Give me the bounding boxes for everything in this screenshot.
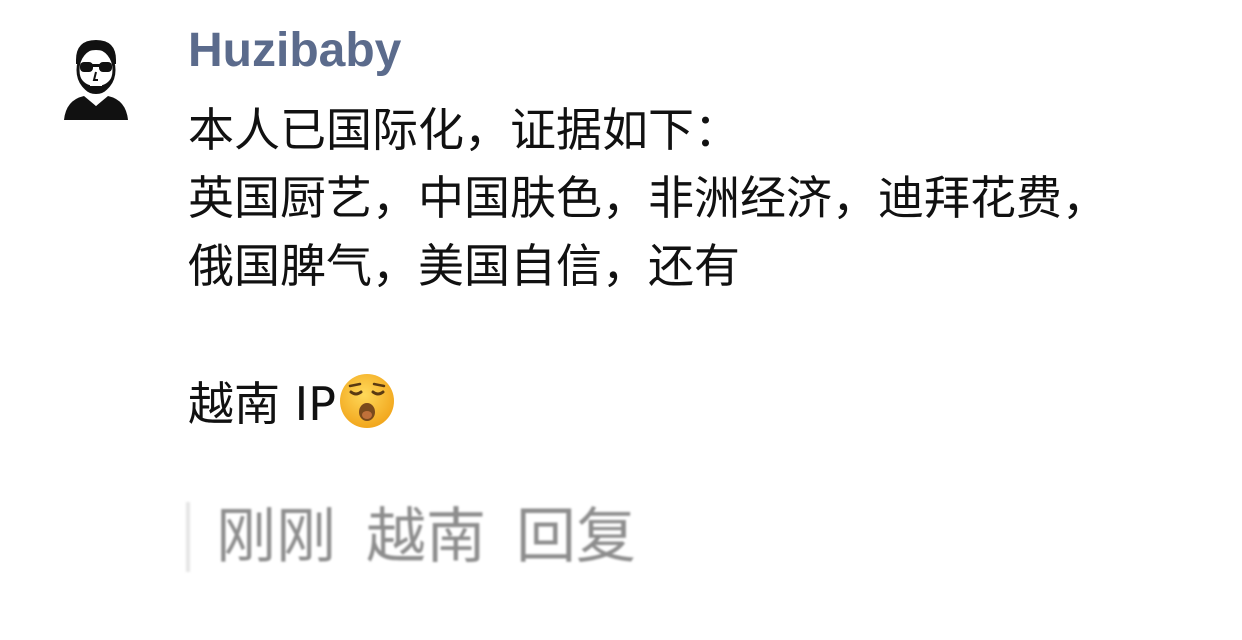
username[interactable]: Huzibaby (188, 22, 401, 80)
ip-text: 越南 IP (188, 377, 336, 431)
comment-line: 本人已国际化，证据如下： (188, 103, 740, 157)
comment-line: 英国厨艺，中国肤色，非洲经济，迪拜花费， (188, 171, 1108, 225)
divider (186, 502, 190, 572)
timestamp: 刚刚 (216, 502, 336, 572)
comment-line: 俄国脾气，美国自信，还有 (188, 239, 740, 293)
comment-item: Huzibaby 本人已国际化，证据如下： 英国厨艺，中国肤色，非洲经济，迪拜花… (0, 0, 1242, 640)
ip-location: 越南 (366, 502, 486, 572)
comment-text: 本人已国际化，证据如下： 英国厨艺，中国肤色，非洲经济，迪拜花费， 俄国脾气，美… (188, 96, 1228, 438)
man-with-sunglasses-avatar-icon (64, 40, 128, 120)
comment-line: 越南 IP (188, 370, 1228, 438)
reply-button[interactable]: 回复 (516, 502, 636, 572)
avatar[interactable] (62, 36, 130, 120)
comment-footer: 刚刚 越南 回复 (186, 498, 666, 576)
sleeping-face-emoji-icon (339, 374, 394, 428)
